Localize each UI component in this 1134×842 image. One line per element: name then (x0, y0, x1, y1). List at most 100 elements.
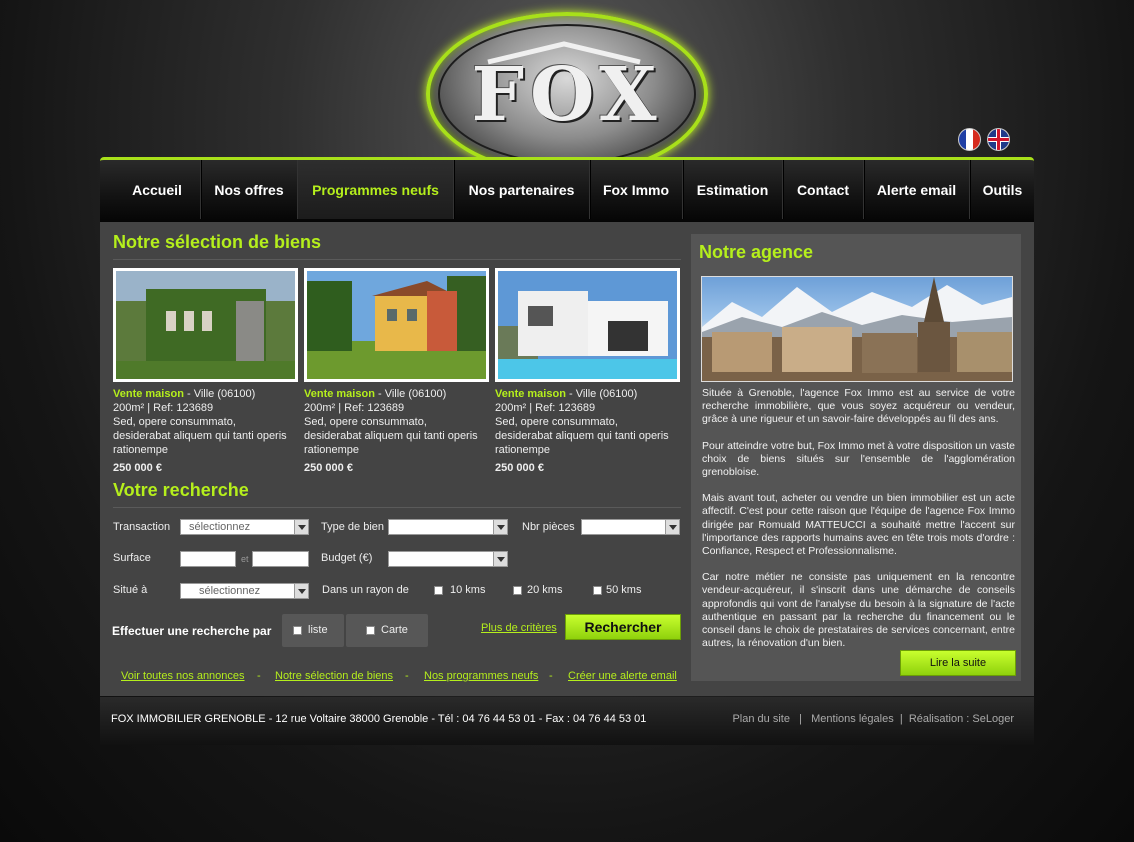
listing-price: 250 000 € (495, 462, 544, 474)
radius-20-label: 20 kms (527, 584, 563, 596)
nav-item-alerte-email[interactable]: Alerte email (864, 160, 970, 219)
radius-10-label: 10 kms (450, 584, 486, 596)
location-select[interactable]: sélectionnez (180, 583, 309, 599)
listing-specs: 200m² | Ref: 123689 (304, 402, 405, 414)
footer-separator: | (899, 713, 903, 725)
transaction-select[interactable]: sélectionnez (180, 519, 309, 535)
agency-paragraph: Située à Grenoble, l'agence Fox Immo est… (702, 387, 1015, 426)
selection-link[interactable]: Notre sélection de biens (275, 670, 393, 682)
main-content: Notre sélection de biens Vente maison - … (100, 222, 1034, 696)
agency-paragraph: Car notre métier ne consiste pas uniquem… (702, 571, 1015, 650)
left-column: Notre sélection de biens Vente maison - … (113, 232, 681, 475)
listing-specs: 200m² | Ref: 123689 (113, 402, 214, 414)
nav-item-programmes-neufs[interactable]: Programmes neufs (298, 160, 454, 219)
listing-description: Sed, opere consummato, desiderabat aliqu… (304, 416, 478, 456)
search-button[interactable]: Rechercher (565, 614, 681, 640)
fox-logo[interactable]: FOX (426, 12, 708, 176)
listing-city: - Ville (06100) (374, 388, 447, 400)
listing-type[interactable]: Vente maison (113, 388, 184, 400)
legal-link[interactable]: Mentions légales (811, 713, 894, 725)
alert-link[interactable]: Créer une alerte email (568, 670, 677, 682)
map-mode-toggle[interactable]: Carte (346, 614, 428, 647)
selection-title: Notre sélection de biens (113, 232, 681, 260)
map-mode-checkbox[interactable] (366, 626, 375, 635)
budget-select[interactable] (388, 551, 508, 567)
list-mode-toggle[interactable]: liste (282, 614, 344, 647)
property-type-label: Type de bien (321, 521, 384, 533)
link-separator: - (405, 670, 409, 682)
list-mode-label: liste (308, 624, 328, 636)
surface-and-label: et (241, 554, 249, 564)
surface-min-input[interactable] (180, 551, 236, 567)
link-separator: - (549, 670, 553, 682)
nav-item-estimation[interactable]: Estimation (683, 160, 783, 219)
language-switcher (958, 128, 1010, 151)
english-flag-icon[interactable] (987, 128, 1010, 151)
property-card[interactable]: Vente maison - Ville (06100) 200m² | Ref… (113, 268, 298, 475)
radius-20-checkbox[interactable] (513, 586, 522, 595)
property-photo[interactable] (304, 268, 489, 382)
nav-item-nos-partenaires[interactable]: Nos partenaires (454, 160, 590, 219)
listing-type[interactable]: Vente maison (495, 388, 566, 400)
listing-price: 250 000 € (304, 462, 353, 474)
agency-paragraph: Pour atteindre votre but, Fox Immo met à… (702, 439, 1015, 479)
property-card[interactable]: Vente maison - Ville (06100) 200m² | Ref… (495, 268, 680, 475)
agency-description: Située à Grenoble, l'agence Fox Immo est… (702, 387, 1015, 663)
french-flag-icon[interactable] (958, 128, 981, 151)
agency-panel: Notre agence Située à Grenoble, l'agence… (691, 234, 1021, 681)
listing-city: - Ville (06100) (565, 388, 638, 400)
listing-description: Sed, opere consummato, desiderabat aliqu… (113, 416, 287, 456)
radius-50-label: 50 kms (606, 584, 642, 596)
radius-50-checkbox[interactable] (593, 586, 602, 595)
property-card[interactable]: Vente maison - Ville (06100) 200m² | Ref… (304, 268, 489, 475)
list-mode-checkbox[interactable] (293, 626, 302, 635)
chevron-down-icon (493, 520, 507, 534)
surface-max-input[interactable] (252, 551, 309, 567)
nav-item-outils[interactable]: Outils (970, 160, 1035, 219)
listing-price: 250 000 € (113, 462, 162, 474)
footer: FOX IMMOBILIER GRENOBLE - 12 rue Voltair… (100, 697, 1034, 745)
property-photo[interactable] (113, 268, 298, 382)
listing-description: Sed, opere consummato, desiderabat aliqu… (495, 416, 669, 456)
link-separator: - (257, 670, 261, 682)
listing-specs: 200m² | Ref: 123689 (495, 402, 596, 414)
footer-address: FOX IMMOBILIER GRENOBLE - 12 rue Voltair… (111, 713, 647, 725)
listing-type[interactable]: Vente maison (304, 388, 375, 400)
rooms-label: Nbr pièces (522, 521, 575, 533)
agency-paragraph: Mais avant tout, acheter ou vendre un bi… (702, 492, 1015, 558)
search-section: Votre recherche (113, 480, 681, 508)
credit-link[interactable]: Réalisation : SeLoger (909, 713, 1014, 725)
sitemap-link[interactable]: Plan du site (732, 713, 789, 725)
property-listings: Vente maison - Ville (06100) 200m² | Ref… (113, 268, 681, 475)
footer-links: Plan du site | Mentions légales | Réalis… (732, 713, 1014, 725)
nav-item-fox-immo[interactable]: Fox Immo (590, 160, 683, 219)
read-more-button[interactable]: Lire la suite (900, 650, 1016, 676)
agency-title: Notre agence (699, 242, 814, 262)
property-photo[interactable] (495, 268, 680, 382)
footer-separator: | (799, 713, 802, 725)
listing-city: - Ville (06100) (183, 388, 256, 400)
chevron-down-icon (294, 520, 308, 534)
main-nav: Accueil Nos offres Programmes neufs Nos … (100, 157, 1034, 224)
search-title: Votre recherche (113, 480, 681, 508)
more-criteria-link[interactable]: Plus de critères (481, 622, 557, 634)
nav-item-accueil[interactable]: Accueil (114, 160, 201, 219)
search-mode-label: Effectuer une recherche par (112, 624, 272, 638)
rooms-select[interactable] (581, 519, 680, 535)
all-ads-link[interactable]: Voir toutes nos annonces (121, 670, 245, 682)
chevron-down-icon (665, 520, 679, 534)
logo-text: FOX (471, 52, 663, 138)
nav-item-contact[interactable]: Contact (783, 160, 864, 219)
surface-label: Surface (113, 552, 151, 564)
radius-label: Dans un rayon de (322, 584, 409, 596)
agency-photo (701, 276, 1013, 382)
transaction-label: Transaction (113, 521, 171, 533)
radius-10-checkbox[interactable] (434, 586, 443, 595)
budget-label: Budget (€) (321, 552, 373, 564)
map-mode-label: Carte (381, 624, 408, 636)
programs-link[interactable]: Nos programmes neufs (424, 670, 538, 682)
nav-item-nos-offres[interactable]: Nos offres (201, 160, 298, 219)
property-type-select[interactable] (388, 519, 508, 535)
chevron-down-icon (294, 584, 308, 598)
location-label: Situé à (113, 584, 148, 596)
